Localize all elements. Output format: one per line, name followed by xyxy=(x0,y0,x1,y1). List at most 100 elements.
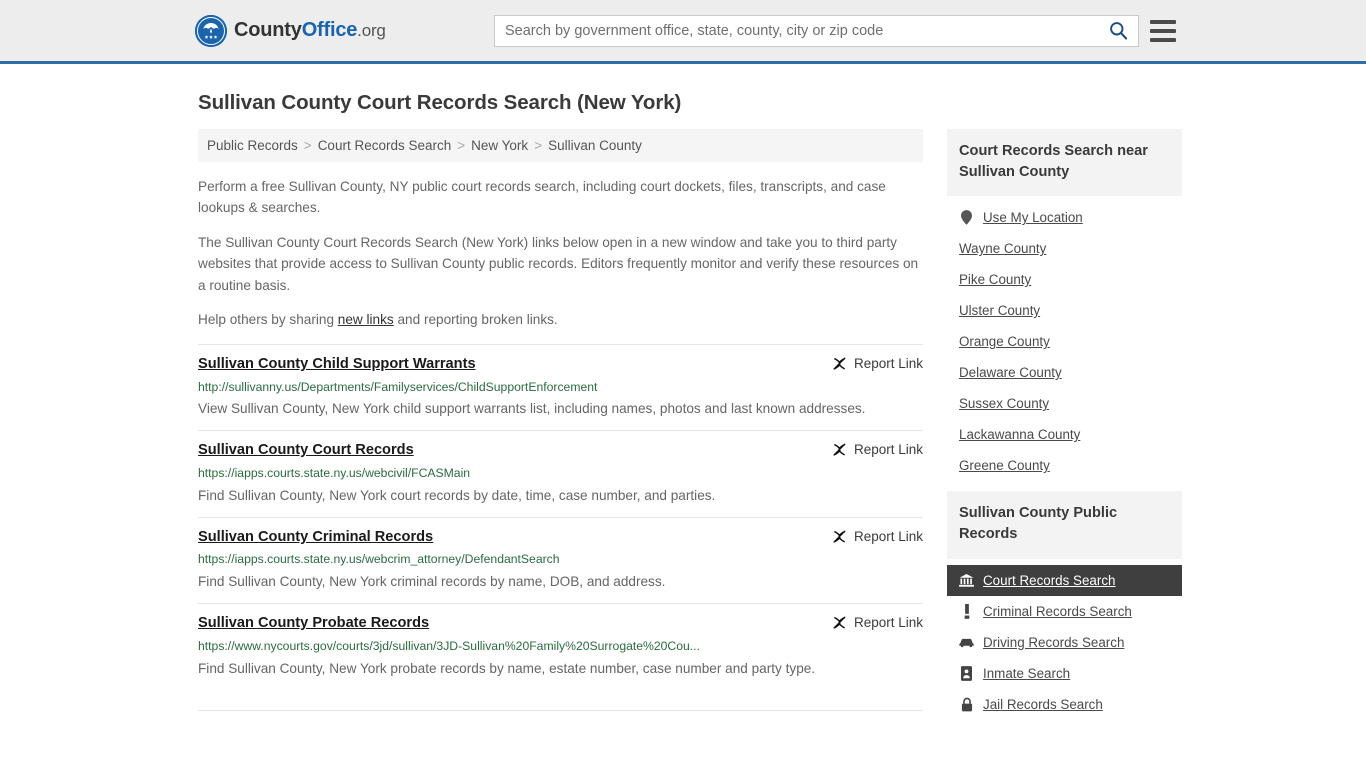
search-button[interactable] xyxy=(1098,16,1138,46)
result-title-link[interactable]: Sullivan County Court Records xyxy=(198,441,414,461)
eagle-seal-logo-icon xyxy=(195,14,227,47)
sidebar-item-driving-records-search[interactable]: Driving Records Search xyxy=(947,627,1182,658)
sidebar-item-label: Use My Location xyxy=(983,210,1083,226)
sidebar-item-sussex-county[interactable]: Sussex County xyxy=(947,388,1182,419)
exclamation-icon xyxy=(959,603,974,619)
sidebar-item-ulster-county[interactable]: Ulster County xyxy=(947,295,1182,326)
sidebar-item-lackawanna-county[interactable]: Lackawanna County xyxy=(947,419,1182,450)
breadcrumb-item-new-york[interactable]: New York xyxy=(471,138,528,153)
sidebar-public-records-box: Sullivan County Public Records Court Rec… xyxy=(947,491,1182,719)
report-link-button[interactable]: Report Link xyxy=(832,442,923,457)
new-links-link[interactable]: new links xyxy=(338,312,394,327)
intro-paragraph-2: The Sullivan County Court Records Search… xyxy=(198,234,919,293)
sidebar-item-court-records-search[interactable]: Court Records Search xyxy=(947,564,1182,596)
sidebar-item-label: Ulster County xyxy=(959,303,1041,319)
main-content: Public Records > Court Records Search > … xyxy=(198,129,923,720)
hamburger-menu-icon[interactable] xyxy=(1150,19,1176,42)
id-badge-icon xyxy=(959,665,974,681)
site-logo[interactable]: CountyOffice.org xyxy=(195,14,386,47)
sidebar-nearby-list: Use My Location Wayne County Pike County… xyxy=(947,196,1182,481)
sidebar-item-pike-county[interactable]: Pike County xyxy=(947,264,1182,295)
intro-help-paragraph: Help others by sharing new links and rep… xyxy=(198,309,923,330)
sidebar-item-wayne-county[interactable]: Wayne County xyxy=(947,233,1182,264)
breadcrumb-separator: > xyxy=(457,138,466,153)
page-title: Sullivan County Court Records Search (Ne… xyxy=(198,91,682,114)
breadcrumb-item-sullivan-county[interactable]: Sullivan County xyxy=(548,138,642,153)
result-header: Sullivan County Probate Records Report L… xyxy=(198,614,923,634)
result-item: Sullivan County Criminal Records Report … xyxy=(198,516,923,603)
sidebar-item-label: Greene County xyxy=(959,458,1050,474)
breadcrumb-separator: > xyxy=(303,138,312,153)
result-description: Find Sullivan County, New York court rec… xyxy=(198,487,716,503)
result-title-link[interactable]: Sullivan County Criminal Records xyxy=(198,528,433,548)
intro-section: Perform a free Sullivan County, NY publi… xyxy=(198,176,923,331)
breadcrumb-item-public-records[interactable]: Public Records xyxy=(207,138,298,153)
report-link-button[interactable]: Report Link xyxy=(832,529,923,544)
help-prefix: Help others by sharing xyxy=(198,312,338,328)
sidebar-item-orange-county[interactable]: Orange County xyxy=(947,326,1182,357)
content-divider xyxy=(198,709,923,711)
search-bar[interactable] xyxy=(494,14,1139,47)
result-url: https://www.nycourts.gov/courts/3jd/sull… xyxy=(198,638,700,653)
sidebar-nearby-heading: Court Records Search near Sullivan Count… xyxy=(947,129,1182,197)
broken-link-icon xyxy=(833,357,846,370)
result-title-link[interactable]: Sullivan County Probate Records xyxy=(198,614,429,634)
result-description: View Sullivan County, New York child sup… xyxy=(198,401,866,417)
result-header: Sullivan County Court Records Report Lin… xyxy=(198,441,923,461)
sidebar-nearby-box: Court Records Search near Sullivan Count… xyxy=(947,129,1182,481)
sidebar-item-delaware-county[interactable]: Delaware County xyxy=(947,357,1182,388)
help-suffix: and reporting broken links. xyxy=(393,312,558,328)
result-item: Sullivan County Court Records Report Lin… xyxy=(198,430,923,516)
report-link-button[interactable]: Report Link xyxy=(832,356,923,371)
courthouse-icon xyxy=(959,573,974,588)
broken-link-icon xyxy=(833,530,846,543)
result-title-link[interactable]: Sullivan County Child Support Warrants xyxy=(198,355,476,375)
logo-text-office: Office xyxy=(301,19,358,41)
sidebar-public-records-list: Court Records Search Criminal Records Se… xyxy=(947,559,1182,720)
page-container: Sullivan County Court Records Search (Ne… xyxy=(0,91,1366,720)
result-item: Sullivan County Child Support Warrants R… xyxy=(198,343,923,430)
content-columns: Public Records > Court Records Search > … xyxy=(198,129,1182,720)
report-link-label: Report Link xyxy=(853,355,923,371)
breadcrumb-item-court-records-search[interactable]: Court Records Search xyxy=(318,138,452,153)
search-icon xyxy=(1109,22,1127,40)
sidebar-item-label: Sussex County xyxy=(959,396,1050,412)
result-url: https://iapps.courts.state.ny.us/webcrim… xyxy=(198,552,560,567)
intro-paragraph-1: Perform a free Sullivan County, NY publi… xyxy=(198,179,886,216)
car-icon xyxy=(959,635,974,650)
site-logo-text: CountyOffice.org xyxy=(234,19,386,42)
sidebar-item-label: Wayne County xyxy=(959,241,1047,257)
report-link-label: Report Link xyxy=(853,615,923,631)
report-link-label: Report Link xyxy=(853,528,923,544)
sidebar-item-label: Court Records Search xyxy=(983,572,1116,588)
sidebar-item-greene-county[interactable]: Greene County xyxy=(947,450,1182,481)
logo-text-tld: .org xyxy=(357,21,386,40)
sidebar-item-inmate-search[interactable]: Inmate Search xyxy=(947,658,1182,689)
site-header: CountyOffice.org xyxy=(0,0,1366,64)
result-header: Sullivan County Criminal Records Report … xyxy=(198,528,923,548)
menu-bar-3 xyxy=(1150,37,1176,42)
lock-icon xyxy=(959,697,974,712)
search-input[interactable] xyxy=(495,15,1098,46)
sidebar-public-records-heading: Sullivan County Public Records xyxy=(947,491,1182,559)
sidebar-item-use-my-location[interactable]: Use My Location xyxy=(947,202,1182,233)
report-link-button[interactable]: Report Link xyxy=(832,615,923,630)
sidebar-item-criminal-records-search[interactable]: Criminal Records Search xyxy=(947,596,1182,627)
result-url: http://sullivanny.us/Departments/Familys… xyxy=(198,379,598,394)
result-url: https://iapps.courts.state.ny.us/webcivi… xyxy=(198,465,471,480)
sidebar-item-label: Pike County xyxy=(959,272,1032,288)
result-item: Sullivan County Probate Records Report L… xyxy=(198,603,923,689)
breadcrumb: Public Records > Court Records Search > … xyxy=(198,129,923,162)
logo-text-county: County xyxy=(234,19,302,41)
result-header: Sullivan County Child Support Warrants R… xyxy=(198,355,923,375)
sidebar-item-label: Orange County xyxy=(959,334,1050,350)
broken-link-icon xyxy=(833,616,846,629)
sidebar-item-label: Driving Records Search xyxy=(983,634,1125,650)
breadcrumb-separator: > xyxy=(534,138,543,153)
sidebar-item-jail-records-search[interactable]: Jail Records Search xyxy=(947,689,1182,720)
result-description: Find Sullivan County, New York criminal … xyxy=(198,574,666,590)
sidebar-item-label: Delaware County xyxy=(959,365,1062,381)
menu-bar-2 xyxy=(1150,28,1176,33)
sidebar-item-label: Jail Records Search xyxy=(983,696,1103,712)
